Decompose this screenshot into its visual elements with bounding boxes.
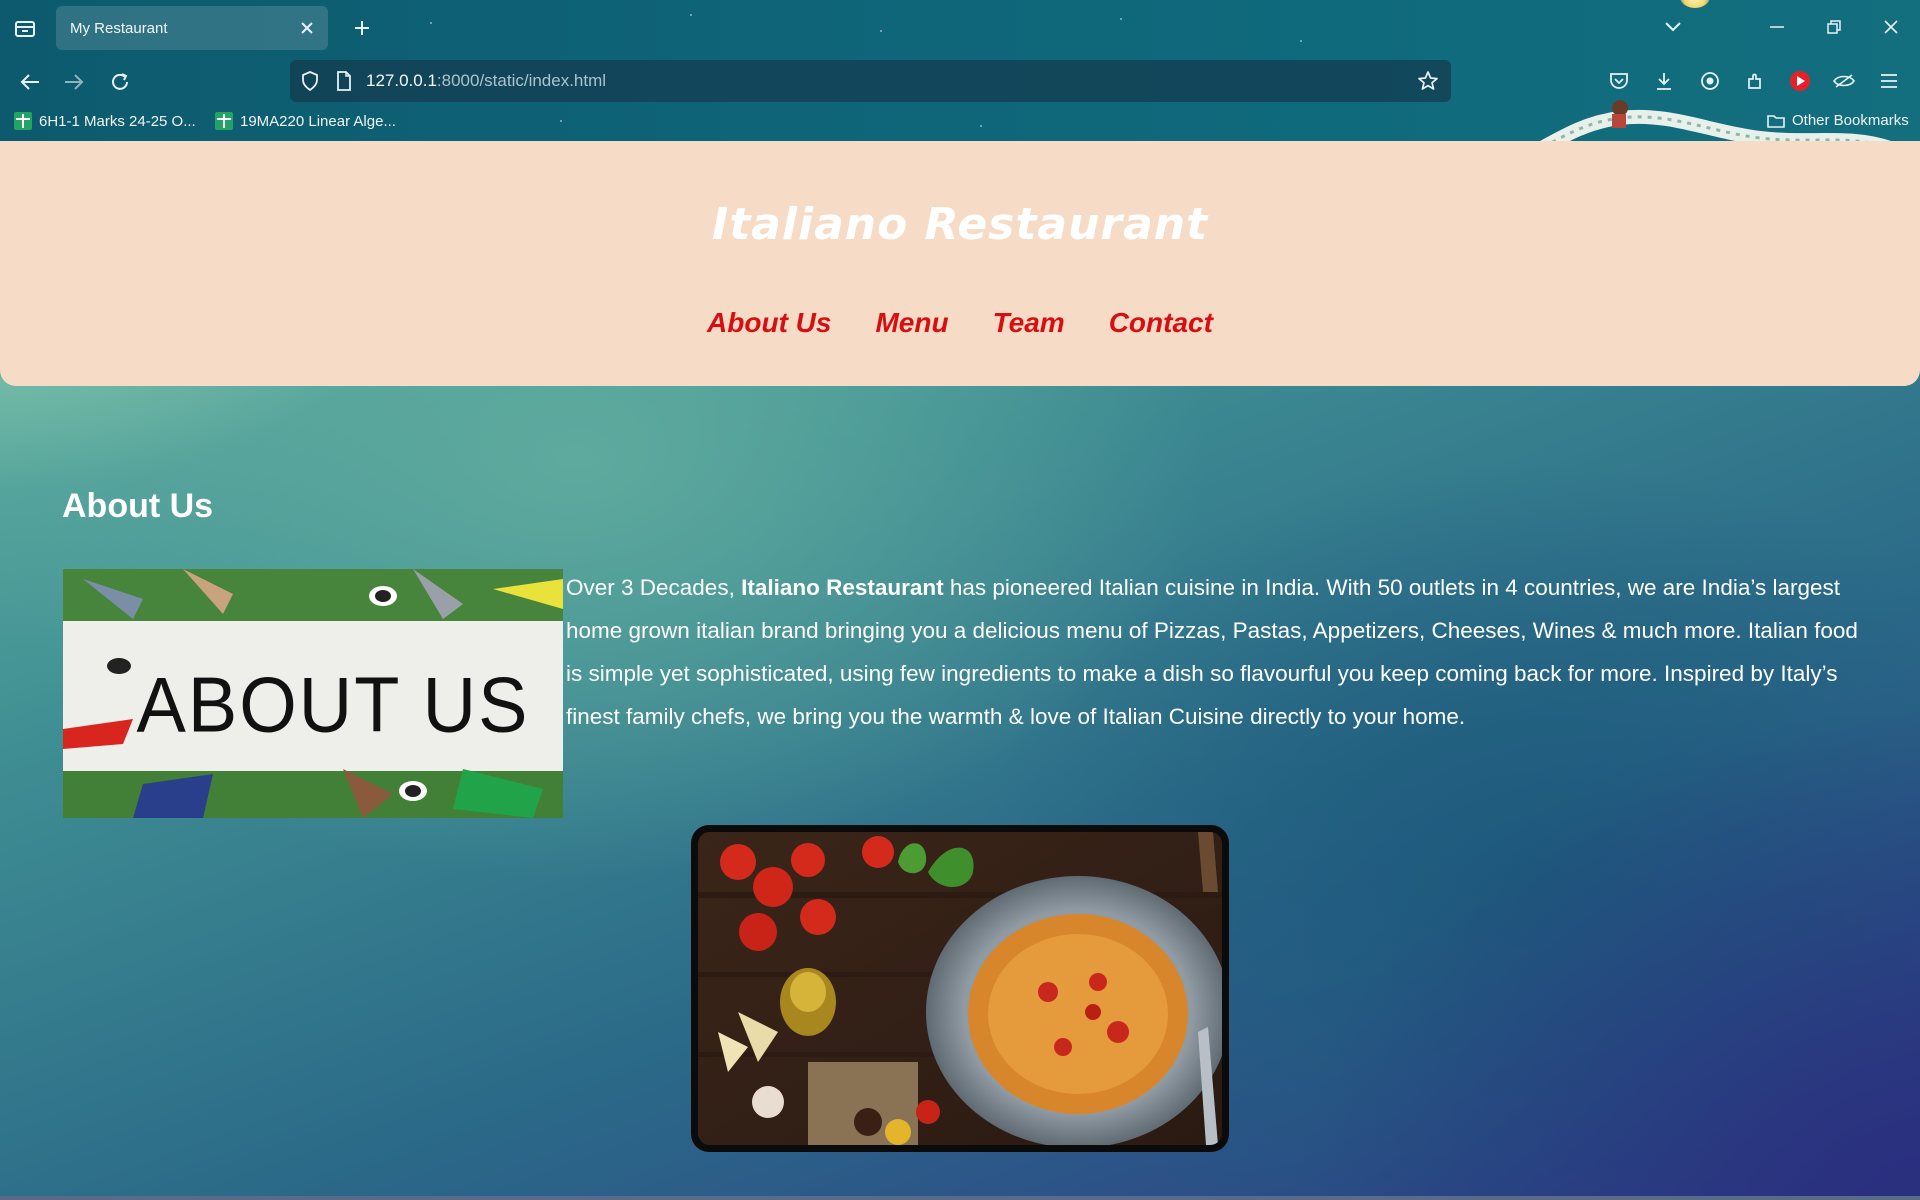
nav-link-menu[interactable]: Menu (875, 307, 948, 339)
back-arrow-icon[interactable] (12, 64, 48, 100)
close-window-icon[interactable] (1874, 12, 1908, 42)
tab-my-restaurant[interactable]: My Restaurant (56, 6, 328, 50)
bookmark-label: 19MA220 Linear Alge... (240, 112, 396, 130)
about-heading: About Us (62, 487, 214, 525)
other-bookmarks-button[interactable]: Other Bookmarks (1767, 112, 1909, 129)
url-path: :8000/static/index.html (436, 71, 607, 90)
restore-icon[interactable] (1817, 12, 1851, 42)
browser-chrome: My Restaurant 127.0.0.1:8000/static/inde… (0, 0, 1920, 141)
bookmark-label: 6H1-1 Marks 24-25 O... (39, 112, 196, 130)
about-us-image-text: ABOUT US (137, 662, 530, 749)
star-bookmark-icon[interactable] (1416, 69, 1440, 93)
close-tab-icon[interactable] (296, 17, 318, 39)
nav-link-contact[interactable]: Contact (1109, 307, 1213, 339)
reload-icon[interactable] (102, 64, 138, 100)
spreadsheet-icon (14, 112, 32, 130)
folder-icon (1767, 114, 1785, 128)
other-bookmarks-label: Other Bookmarks (1792, 112, 1909, 129)
site-header: Italiano Restaurant About Us Menu Team C… (0, 141, 1920, 386)
navigation-toolbar: 127.0.0.1:8000/static/index.html (0, 58, 1920, 141)
site-title: Italiano Restaurant (711, 199, 1209, 250)
nav-link-about-us[interactable]: About Us (707, 307, 831, 339)
bookmarks-toolbar: 6H1-1 Marks 24-25 O... 19MA220 Linear Al… (0, 108, 1920, 138)
site-nav: About Us Menu Team Contact (0, 307, 1920, 339)
pasta-image (698, 832, 1222, 1145)
download-icon[interactable] (1649, 66, 1679, 96)
page-icon[interactable] (332, 69, 356, 93)
spreadsheet-icon (215, 112, 233, 130)
about-text-before: Over 3 Decades, (566, 575, 742, 600)
bookmark-item[interactable]: 19MA220 Linear Alge... (215, 112, 396, 130)
bookmark-item[interactable]: 6H1-1 Marks 24-25 O... (14, 112, 196, 130)
web-page: Italiano Restaurant About Us Menu Team C… (0, 141, 1920, 1200)
menu-hamburger-icon[interactable] (1874, 66, 1904, 96)
tab-title: My Restaurant (70, 19, 168, 37)
nav-link-team[interactable]: Team (993, 307, 1065, 339)
new-tab-button[interactable] (348, 14, 376, 42)
about-paragraph: Over 3 Decades, Italiano Restaurant has … (566, 566, 1866, 738)
tab-list-icon[interactable] (10, 14, 40, 42)
account-icon[interactable] (1695, 66, 1725, 96)
url-host: 127.0.0.1 (366, 71, 437, 90)
pasta-image-frame (691, 825, 1229, 1152)
pocket-icon[interactable] (1604, 66, 1634, 96)
url-text: 127.0.0.1:8000/static/index.html (366, 71, 606, 91)
extensions-icon[interactable] (1740, 66, 1770, 96)
minimize-icon[interactable] (1760, 12, 1794, 42)
address-bar[interactable]: 127.0.0.1:8000/static/index.html (290, 60, 1451, 102)
forward-arrow-icon[interactable] (56, 64, 92, 100)
tab-bar: My Restaurant (0, 0, 1920, 56)
youtube-extension-icon[interactable] (1785, 66, 1815, 96)
hidden-eye-icon[interactable] (1829, 66, 1859, 96)
about-brand-name: Italiano Restaurant (741, 575, 944, 600)
list-all-tabs-icon[interactable] (1656, 12, 1690, 42)
page-bottom-edge (0, 1196, 1920, 1200)
shield-icon[interactable] (298, 69, 322, 93)
about-us-image: ABOUT US (63, 569, 563, 818)
